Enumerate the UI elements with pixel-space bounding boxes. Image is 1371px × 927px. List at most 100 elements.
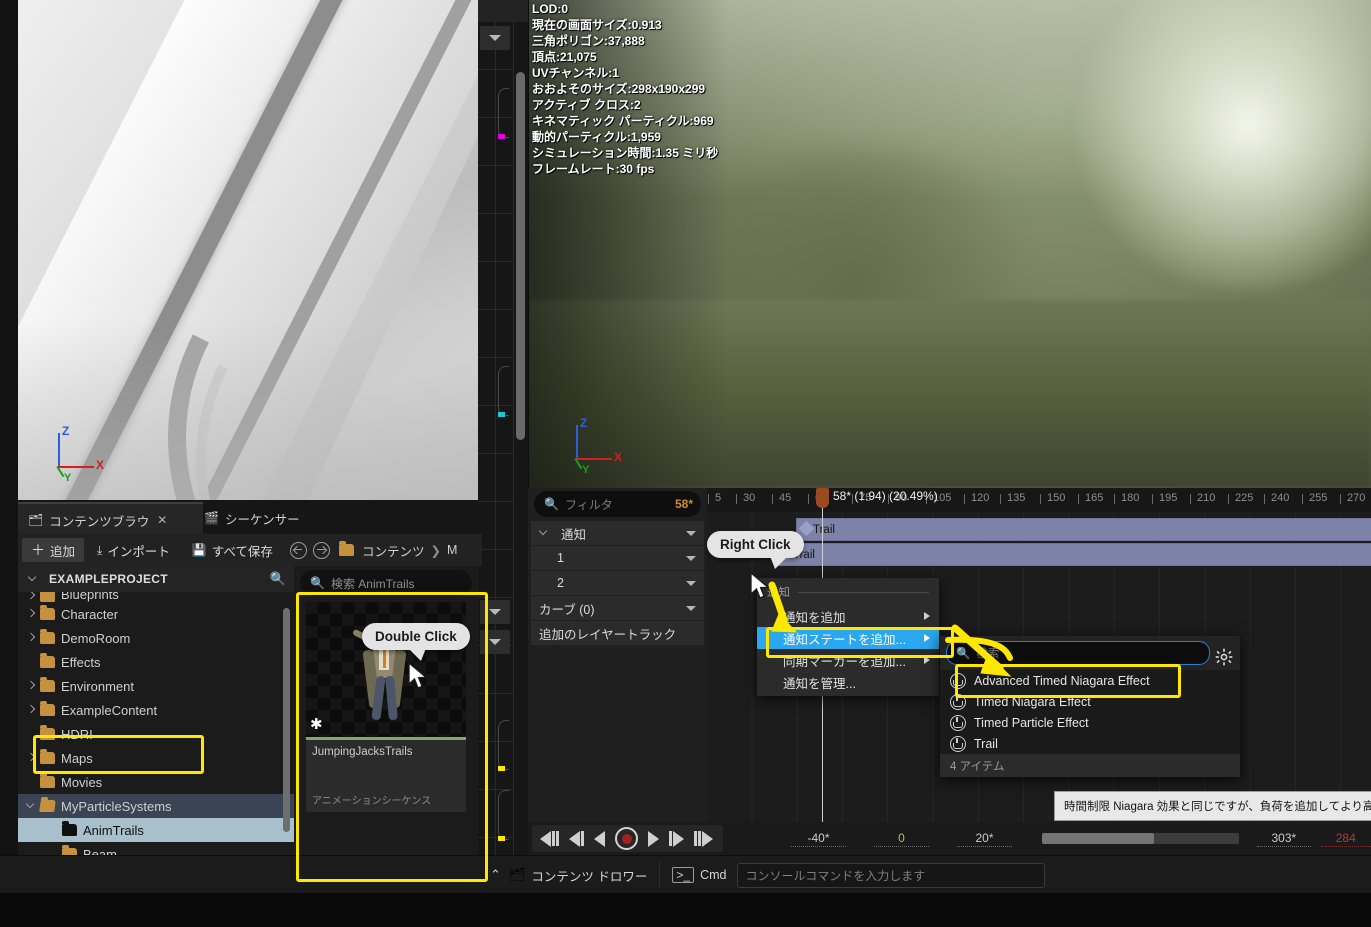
chevron-right-icon[interactable] <box>26 752 38 764</box>
chevron-right-icon[interactable] <box>26 632 38 644</box>
back-icon[interactable] <box>289 541 307 559</box>
ruler-tick: 180 <box>1113 492 1140 504</box>
submenu-item-1[interactable]: Timed Niagara Effect <box>940 691 1240 712</box>
submenu-item-3[interactable]: Trail <box>940 733 1240 754</box>
chevron-right-icon[interactable] <box>26 592 38 602</box>
niagara-effect-icon <box>950 714 966 731</box>
search-icon: 🔍 <box>956 648 971 660</box>
context-menu-item-0[interactable]: 通知を追加 <box>757 605 939 627</box>
left-viewport[interactable]: Z X Y <box>18 0 478 500</box>
notify-state-submenu[interactable]: 🔍 検索 Advanced Timed Niagara Effect Timed … <box>940 636 1240 777</box>
caret-down-icon[interactable] <box>686 530 696 536</box>
notify-bar-trail-2[interactable]: Trail <box>776 543 1371 566</box>
curve-key-yellow-1[interactable] <box>498 766 505 771</box>
range-end-field[interactable]: 20* <box>957 831 1012 847</box>
total-frames-field[interactable]: 303* <box>1257 831 1311 847</box>
tree-item-effects[interactable]: Effects <box>18 650 294 674</box>
save-all-button[interactable]: 💾 すべて保存 <box>183 538 282 562</box>
submenu-search-input[interactable]: 🔍 検索 <box>946 641 1210 665</box>
gear-icon[interactable] <box>1215 648 1233 666</box>
tree-item-demoroom[interactable]: DemoRoom <box>18 626 294 650</box>
context-menu-item-1[interactable]: 通知ステートを追加... <box>757 627 939 649</box>
tree-item-hdri[interactable]: HDRI <box>18 722 294 746</box>
content-drawer-button[interactable]: コンテンツ ドロワー <box>531 866 647 885</box>
notify-start-handle[interactable] <box>798 520 815 537</box>
breadcrumb-root[interactable]: コンテンツ <box>362 541 425 560</box>
asset-search-input[interactable]: 🔍 検索 AnimTrails <box>300 570 472 596</box>
context-menu-item-3[interactable]: 通知を管理... <box>757 671 939 693</box>
folder-icon <box>40 605 55 620</box>
tree-item-myparticlesystems[interactable]: MyParticleSystems <box>18 794 294 818</box>
curve-key-yellow-2[interactable] <box>498 836 505 841</box>
playhead-handle[interactable] <box>816 488 829 508</box>
jump-to-end-button[interactable] <box>694 830 713 847</box>
import-button[interactable]: ⤓ インポート <box>88 538 179 562</box>
submenu-item-0[interactable]: Advanced Timed Niagara Effect <box>940 670 1240 691</box>
notify-context-menu[interactable]: 通知 通知を追加 通知ステートを追加... 同期マーカーを追加... 通知を管理... <box>757 578 939 696</box>
forward-icon[interactable] <box>312 541 330 559</box>
chevron-right-icon[interactable] <box>26 704 38 716</box>
track-row-list[interactable]: 通知 1 2 カーブ (0) 追加のレイヤートラック <box>528 521 707 645</box>
curve-strip-panel[interactable] <box>478 0 529 860</box>
record-button[interactable] <box>615 827 638 850</box>
strip-collapse-toggle-3[interactable] <box>480 630 510 654</box>
caret-down-icon[interactable] <box>686 605 696 611</box>
strip-scrollbar[interactable] <box>516 72 525 440</box>
breadcrumb-next[interactable]: M <box>447 543 457 557</box>
strip-collapse-toggle-1[interactable] <box>480 26 510 50</box>
close-icon[interactable]: ✕ <box>157 513 167 527</box>
track-row-3[interactable]: カーブ (0) <box>531 596 704 620</box>
strip-collapse-toggle-2[interactable] <box>480 600 510 624</box>
context-menu-item-2[interactable]: 同期マーカーを追加... <box>757 649 939 671</box>
play-button[interactable] <box>648 830 659 847</box>
asset-view-panel[interactable]: 🔍 検索 AnimTrails ✱ JumpingJacksTrails アニメ… <box>294 566 478 884</box>
chevron-right-icon[interactable] <box>26 680 38 692</box>
track-label: 追加のレイヤートラック <box>539 627 677 642</box>
current-frame-field[interactable]: 284 <box>1320 831 1371 847</box>
console-input[interactable]: コンソールコマンドを入力します <box>736 862 1045 888</box>
caret-down-icon[interactable] <box>686 555 696 561</box>
range-start-field[interactable]: -40* <box>791 831 846 847</box>
tree-scrollbar[interactable] <box>283 608 290 832</box>
range-zero-field[interactable]: 0 <box>874 831 929 847</box>
submenu-arrow-icon <box>924 612 930 620</box>
tab-content-browser[interactable]: 🗂 コンテンツブラウ ✕ <box>18 502 203 536</box>
timeline-zoom-slider[interactable] <box>1042 833 1240 844</box>
anim-preview-viewport[interactable]: LOD:0 現在の画面サイズ:0.913 三角ポリゴン:37,888 頂点:21… <box>528 0 1371 488</box>
step-forward-button[interactable] <box>669 830 684 847</box>
step-back-button[interactable] <box>569 830 584 847</box>
jump-to-start-button[interactable] <box>540 830 559 847</box>
tab-sequencer[interactable]: 🎬 シーケンサー <box>194 502 310 534</box>
add-button-label: 追加 <box>50 544 76 559</box>
tree-item-environment[interactable]: Environment <box>18 674 294 698</box>
caret-down-icon[interactable] <box>686 580 696 586</box>
axis-gizmo-left: Z X Y <box>40 424 104 484</box>
tree-item-movies[interactable]: Movies <box>18 770 294 794</box>
chevron-down-icon[interactable] <box>28 573 40 585</box>
tree-item-maps[interactable]: Maps <box>18 746 294 770</box>
submenu-item-2[interactable]: Timed Particle Effect <box>940 712 1240 733</box>
chevron-down-icon[interactable] <box>26 800 38 812</box>
chevron-down-icon[interactable] <box>539 527 551 539</box>
notify-bar-trail-1[interactable]: Trail <box>796 518 1371 541</box>
tree-item-examplecontent[interactable]: ExampleContent <box>18 698 294 722</box>
chevron-up-icon[interactable]: ⌃ <box>490 867 501 883</box>
track-row-2[interactable]: 2 <box>531 571 704 595</box>
curve-key-cyan[interactable] <box>498 412 505 417</box>
play-reverse-button[interactable] <box>594 830 605 847</box>
timeline-ruler[interactable]: 5304560759010512013515016518019521022524… <box>707 488 1371 512</box>
track-filter-input[interactable]: 🔍 フィルタ 58* <box>534 491 701 517</box>
folder-tree-list[interactable]: Blueprints Character DemoRoom Effects Enviro… <box>18 592 294 884</box>
folder-tree-panel[interactable]: EXAMPLEPROJECT 🔍 Blueprints Character Demo… <box>18 566 294 884</box>
add-button[interactable]: ＋ 追加 <box>22 538 85 562</box>
search-icon[interactable]: 🔍 <box>270 571 287 587</box>
curve-key-magenta[interactable] <box>498 134 505 139</box>
track-row-0[interactable]: 通知 <box>531 521 704 545</box>
tree-item-blueprints[interactable]: Blueprints <box>18 592 294 602</box>
track-row-4[interactable]: 追加のレイヤートラック <box>531 621 704 645</box>
tree-item-animtrails[interactable]: AnimTrails <box>18 818 294 842</box>
tree-item-character[interactable]: Character <box>18 602 294 626</box>
axis-z-line <box>576 425 578 459</box>
track-row-1[interactable]: 1 <box>531 546 704 570</box>
chevron-right-icon[interactable] <box>26 608 38 620</box>
